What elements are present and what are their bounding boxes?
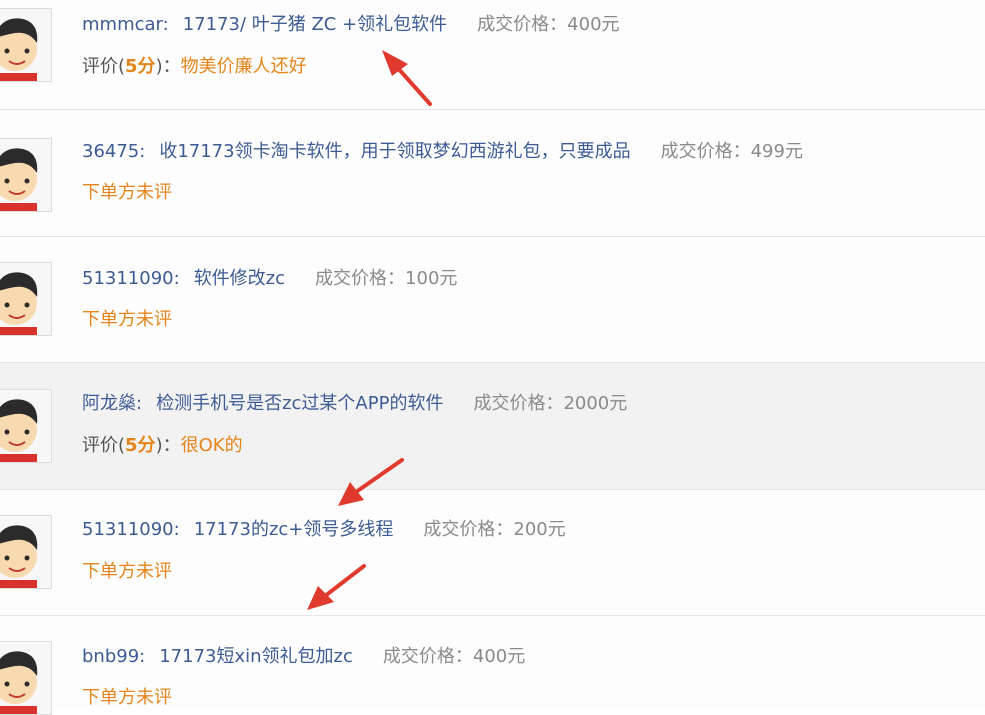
deal-price: 成交价格：400元 (477, 14, 620, 35)
item-title-line: bnb99: 17173短xin领礼包加zc 成交价格：400元 (82, 642, 525, 668)
review-label: 评价( (82, 56, 126, 77)
review-line: 评价(5分)：很OK的 (82, 431, 243, 457)
review-comment: 物美价廉人还好 (180, 56, 307, 77)
task-title-link[interactable]: 17173的zc+领号多线程 (194, 519, 394, 540)
buyer-name-link[interactable]: 阿龙燊: (82, 393, 142, 414)
buyer-name-link[interactable]: 36475: (82, 141, 145, 162)
task-title-link[interactable]: 检测手机号是否zc过某个APP的软件 (156, 393, 443, 414)
user-avatar-icon (0, 148, 38, 211)
deal-price: 成交价格：400元 (382, 646, 526, 667)
avatar[interactable] (0, 389, 52, 463)
review-line: 评价(5分)：物美价廉人还好 (82, 52, 307, 78)
unrated-status: 下单方未评 (82, 561, 172, 582)
review-label-close: )： (155, 435, 181, 456)
deal-price: 成交价格：2000元 (473, 393, 628, 414)
deal-price: 成交价格：200元 (423, 519, 566, 540)
item-title-line: mmmcar: 17173/ 叶子猪 ZC +领礼包软件 成交价格：400元 (82, 10, 620, 36)
task-title-link[interactable]: 17173短xin领礼包加zc (159, 646, 353, 667)
review-comment: 很OK的 (180, 435, 243, 456)
item-title-line: 51311090: 17173的zc+领号多线程 成交价格：200元 (82, 515, 566, 541)
list-item: 51311090: 软件修改zc 成交价格：100元 下单方未评 (0, 237, 985, 363)
deal-price: 成交价格：499元 (660, 141, 803, 162)
unrated-status: 下单方未评 (82, 182, 172, 203)
list-item: 51311090: 17173的zc+领号多线程 成交价格：200元 下单方未评 (0, 490, 985, 616)
review-line: 下单方未评 (82, 557, 172, 583)
buyer-name-link[interactable]: mmmcar: (82, 14, 169, 35)
item-title-line: 51311090: 软件修改zc 成交价格：100元 (82, 264, 457, 290)
list-item: 36475: 收17173领卡淘卡软件，用于领取梦幻西游礼包，只要成品 成交价格：4… (0, 110, 985, 237)
unrated-status: 下单方未评 (82, 687, 172, 708)
review-line: 下单方未评 (82, 178, 172, 204)
task-title-link[interactable]: 17173/ 叶子猪 ZC +领礼包软件 (183, 14, 447, 35)
review-score: 5分 (125, 435, 156, 456)
avatar[interactable] (0, 138, 52, 212)
item-title-line: 阿龙燊: 检测手机号是否zc过某个APP的软件 成交价格：2000元 (82, 389, 627, 415)
review-score: 5分 (125, 56, 156, 77)
deal-price: 成交价格：100元 (315, 268, 458, 289)
review-label: 评价( (82, 435, 126, 456)
list-item: bnb99: 17173短xin领礼包加zc 成交价格：400元 下单方未评 (0, 616, 985, 715)
avatar[interactable] (0, 8, 52, 82)
user-avatar-icon (0, 399, 38, 462)
task-title-link[interactable]: 软件修改zc (194, 268, 285, 289)
unrated-status: 下单方未评 (82, 309, 172, 330)
list-item: mmmcar: 17173/ 叶子猪 ZC +领礼包软件 成交价格：400元 评价(… (0, 0, 985, 110)
review-line: 下单方未评 (82, 683, 172, 709)
review-line: 下单方未评 (82, 305, 172, 331)
avatar[interactable] (0, 641, 52, 715)
buyer-name-link[interactable]: bnb99: (82, 646, 145, 667)
list-item: 阿龙燊: 检测手机号是否zc过某个APP的软件 成交价格：2000元 评价(5分)：… (0, 363, 985, 490)
task-title-link[interactable]: 收17173领卡淘卡软件，用于领取梦幻西游礼包，只要成品 (159, 141, 630, 162)
user-avatar-icon (0, 272, 38, 335)
user-avatar-icon (0, 525, 38, 588)
buyer-name-link[interactable]: 51311090: (82, 519, 180, 540)
user-avatar-icon (0, 651, 38, 714)
buyer-name-link[interactable]: 51311090: (82, 268, 180, 289)
review-label-close: )： (155, 56, 181, 77)
avatar[interactable] (0, 515, 52, 589)
avatar[interactable] (0, 262, 52, 336)
item-title-line: 36475: 收17173领卡淘卡软件，用于领取梦幻西游礼包，只要成品 成交价格：4… (82, 137, 803, 163)
transaction-list: mmmcar: 17173/ 叶子猪 ZC +领礼包软件 成交价格：400元 评价(… (0, 0, 985, 715)
user-avatar-icon (0, 18, 38, 81)
